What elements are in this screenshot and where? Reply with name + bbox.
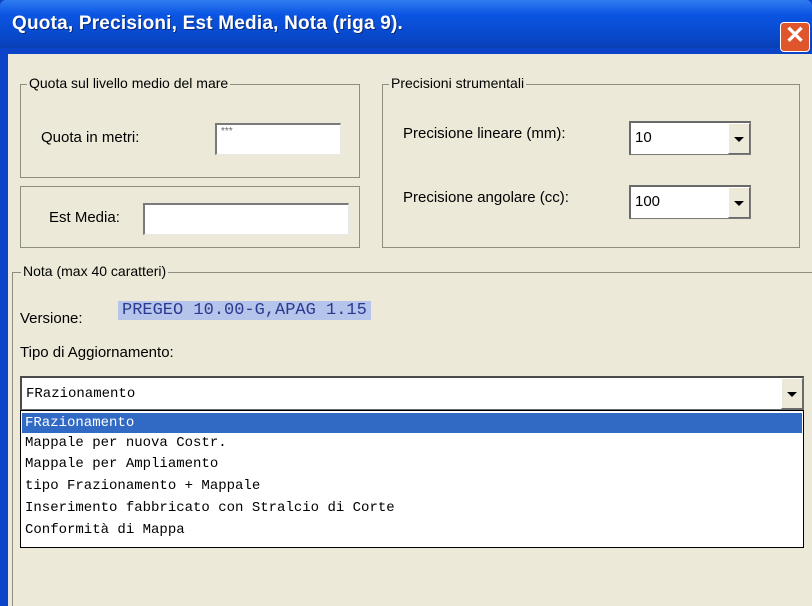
close-button[interactable]: ✕: [780, 22, 810, 52]
precisione-lineare-value: 10: [635, 129, 652, 146]
quota-input[interactable]: ***: [215, 123, 341, 155]
tipo-aggiornamento-value: FRazionamento: [26, 386, 136, 402]
version-label: Versione:: [20, 310, 83, 327]
version-value: PREGEO 10.00-G,APAG 1.15: [118, 301, 371, 320]
tipo-aggiornamento-dropdown-list: FRazionamento Mappale per nuova Costr. M…: [20, 410, 804, 548]
precisione-angolare-value: 100: [635, 193, 661, 210]
tipo-aggiornamento-dropdown-button[interactable]: [781, 378, 803, 409]
precisione-angolare-dropdown-button[interactable]: [728, 187, 750, 218]
dropdown-option[interactable]: Inserimento fabbricato con Stralcio di C…: [22, 498, 802, 518]
precisione-lineare-dropdown-button[interactable]: [728, 123, 750, 154]
tipo-aggiornamento-select[interactable]: FRazionamento: [20, 376, 804, 410]
quota-label: Quota in metri:: [41, 129, 140, 146]
dialog-window: Quota, Precisioni, Est Media, Nota (riga…: [0, 0, 812, 606]
chevron-down-icon: [787, 391, 797, 397]
est-media-input[interactable]: [143, 203, 349, 235]
window-title: Quota, Precisioni, Est Media, Nota (riga…: [12, 13, 403, 34]
precisione-angolare-select[interactable]: 100: [629, 185, 751, 219]
tipo-aggiornamento-label: Tipo di Aggiornamento:: [20, 344, 174, 361]
est-media-label: Est Media:: [49, 209, 120, 226]
dropdown-option[interactable]: tipo Frazionamento + Mappale: [22, 476, 802, 496]
dropdown-option[interactable]: Conformità di Mappa: [22, 520, 802, 540]
chevron-down-icon: [734, 136, 744, 142]
dropdown-option[interactable]: FRazionamento: [22, 413, 802, 433]
dropdown-option[interactable]: Mappale per Ampliamento: [22, 454, 802, 474]
precisione-lineare-select[interactable]: 10: [629, 121, 751, 155]
title-bar[interactable]: Quota, Precisioni, Est Media, Nota (riga…: [0, 0, 812, 52]
chevron-down-icon: [734, 200, 744, 206]
nota-group-legend: Nota (max 40 caratteri): [21, 263, 169, 279]
quota-group-legend: Quota sul livello medio del mare: [27, 75, 231, 91]
precisione-lineare-label: Precisione lineare (mm):: [403, 125, 566, 142]
close-icon: ✕: [784, 22, 806, 49]
dropdown-option[interactable]: Mappale per nuova Costr.: [22, 433, 802, 453]
precisioni-group-legend: Precisioni strumentali: [389, 75, 527, 91]
dialog-body: Quota sul livello medio del mare Quota i…: [8, 54, 812, 606]
precisione-angolare-label: Precisione angolare (cc):: [403, 189, 569, 206]
precisioni-group: Precisioni strumentali Precisione linear…: [382, 75, 800, 248]
quota-group: Quota sul livello medio del mare Quota i…: [20, 75, 360, 178]
est-media-group: Est Media:: [20, 186, 360, 248]
